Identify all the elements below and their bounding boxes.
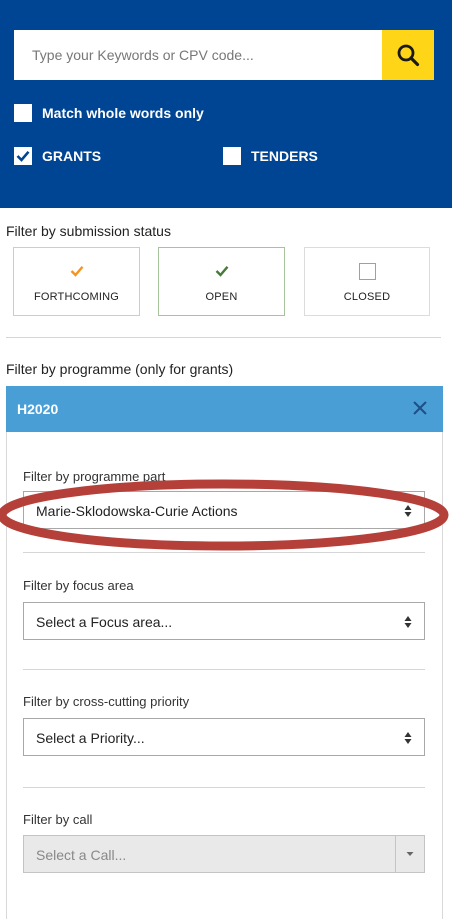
- tenders-checkbox[interactable]: [223, 147, 241, 165]
- filter-divider: [23, 787, 425, 788]
- section-divider: [6, 337, 441, 338]
- priority-select[interactable]: Select a Priority...: [23, 718, 425, 756]
- caret-down-icon: [406, 852, 414, 856]
- match-whole-words-checkbox[interactable]: [14, 104, 32, 122]
- call-label: Filter by call: [23, 812, 93, 827]
- programme-filter-label: Filter by programme (only for grants): [6, 361, 234, 377]
- status-card-label: FORTHCOMING: [33, 291, 120, 303]
- tenders-option[interactable]: TENDERS: [223, 147, 318, 165]
- search-input[interactable]: [14, 30, 380, 80]
- search-icon: [397, 44, 420, 67]
- sort-arrows-icon: [404, 616, 412, 628]
- check-icon: [215, 266, 228, 277]
- match-whole-words-option[interactable]: Match whole words only: [14, 104, 204, 122]
- select-separator: [395, 836, 396, 872]
- programme-part-select[interactable]: Marie-Sklodowska-Curie Actions: [23, 491, 425, 529]
- programme-part-value: Marie-Sklodowska-Curie Actions: [36, 503, 238, 519]
- priority-label: Filter by cross-cutting priority: [23, 694, 190, 709]
- match-whole-words-label: Match whole words only: [42, 105, 204, 121]
- call-select: Select a Call...: [23, 835, 425, 873]
- empty-checkbox-icon: [358, 262, 376, 280]
- status-card-label: OPEN: [205, 291, 238, 303]
- filter-divider: [23, 552, 425, 553]
- search-button[interactable]: [382, 30, 434, 80]
- programme-part-label: Filter by programme part: [23, 469, 166, 484]
- grants-checkbox[interactable]: [14, 147, 32, 165]
- programme-selected-header[interactable]: H2020: [6, 386, 443, 432]
- close-icon: [413, 401, 427, 415]
- search-box: [14, 30, 434, 80]
- check-icon: [16, 150, 30, 162]
- tenders-label: TENDERS: [251, 148, 318, 164]
- remove-programme-button[interactable]: [407, 395, 433, 421]
- programme-filters-panel: Filter by programme part Marie-Sklodowsk…: [6, 432, 443, 919]
- filter-divider: [23, 669, 425, 670]
- search-panel: Match whole words only GRANTS TENDERS: [0, 0, 452, 208]
- focus-area-select[interactable]: Select a Focus area...: [23, 602, 425, 640]
- grants-option[interactable]: GRANTS: [14, 147, 101, 165]
- status-card-label: CLOSED: [343, 291, 391, 303]
- grants-label: GRANTS: [42, 148, 102, 164]
- focus-area-label: Filter by focus area: [23, 578, 134, 593]
- focus-area-value: Select a Focus area...: [36, 614, 173, 630]
- status-card-open[interactable]: OPEN: [158, 247, 285, 316]
- sort-arrows-icon: [404, 732, 412, 744]
- status-card-forthcoming[interactable]: FORTHCOMING: [13, 247, 140, 316]
- call-value: Select a Call...: [36, 847, 127, 863]
- check-icon: [70, 266, 83, 277]
- priority-value: Select a Priority...: [36, 730, 145, 746]
- status-card-closed[interactable]: CLOSED: [304, 247, 430, 316]
- sort-arrows-icon: [404, 505, 412, 517]
- submission-status-label: Filter by submission status: [6, 223, 171, 239]
- programme-name: H2020: [17, 401, 59, 417]
